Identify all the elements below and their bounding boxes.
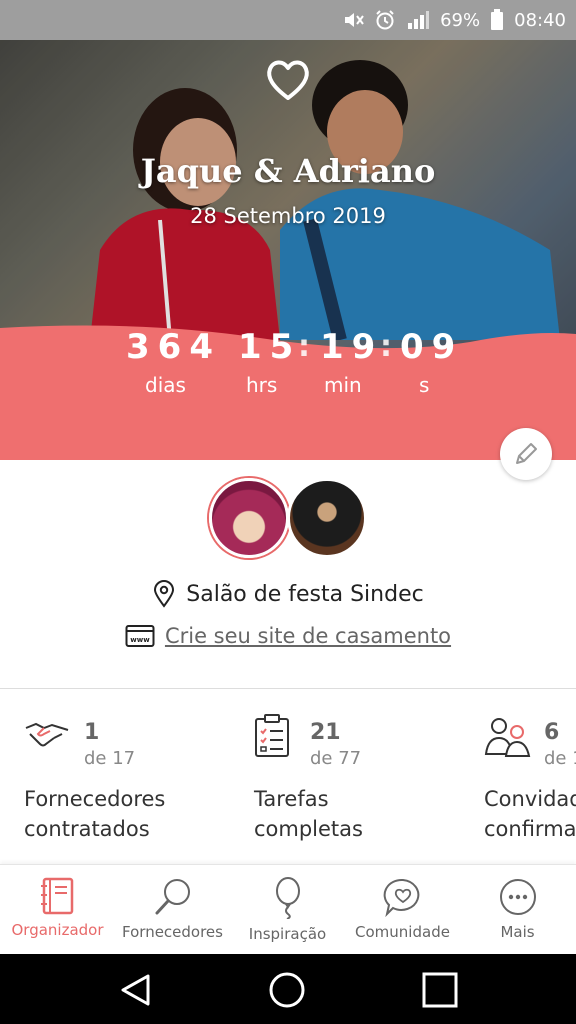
stat-total: de 17 bbox=[84, 748, 136, 769]
countdown-timer: 364 dias 15 hrs : 19 min : 09 s bbox=[0, 323, 576, 423]
website-icon: www bbox=[125, 625, 155, 647]
countdown-separator: : bbox=[380, 329, 392, 364]
back-icon[interactable] bbox=[118, 972, 154, 1008]
home-icon[interactable] bbox=[268, 971, 306, 1009]
tab-label: Inspiração bbox=[248, 925, 327, 943]
balloon-icon bbox=[275, 877, 300, 919]
tab-label: Organizador bbox=[11, 921, 104, 939]
stat-label: Fornecedores contratados bbox=[24, 787, 166, 841]
edit-button[interactable] bbox=[500, 428, 552, 480]
battery-percent: 69% bbox=[440, 9, 481, 31]
handshake-icon bbox=[25, 722, 69, 747]
battery-icon bbox=[490, 9, 504, 31]
countdown-days-label: dias bbox=[145, 373, 186, 397]
countdown-hours-label: hrs bbox=[246, 373, 278, 397]
stat-value: 6 bbox=[544, 720, 560, 745]
wedding-site-link[interactable]: www Crie seu site de casamento bbox=[0, 624, 576, 648]
stat-label: Convidad confirma bbox=[484, 787, 576, 841]
recents-icon[interactable] bbox=[422, 972, 458, 1008]
svg-text:www: www bbox=[130, 636, 150, 644]
countdown-hours: 15 bbox=[238, 327, 302, 367]
guests-icon bbox=[484, 718, 531, 757]
tab-comunidade[interactable]: Comunidade bbox=[345, 865, 460, 955]
couple-name: Jaque & Adriano bbox=[140, 152, 436, 190]
mute-icon bbox=[342, 10, 364, 30]
system-nav-bar bbox=[0, 954, 576, 1024]
status-bar: 69% 08:40 bbox=[0, 0, 576, 40]
countdown-separator: : bbox=[298, 329, 310, 364]
more-dots-icon bbox=[499, 879, 536, 915]
alarm-icon bbox=[374, 9, 396, 31]
site-link-text: Crie seu site de casamento bbox=[164, 624, 452, 648]
location-pin-icon bbox=[154, 580, 175, 608]
chat-heart-icon bbox=[383, 878, 419, 917]
divider bbox=[0, 688, 576, 689]
bottom-tab-bar: Organizador Fornecedores Inspiração Comu… bbox=[0, 864, 576, 955]
venue-row[interactable]: Salão de festa Sindec bbox=[0, 580, 576, 608]
countdown-minutes: 19 bbox=[320, 327, 384, 367]
clipboard-checklist-icon bbox=[255, 714, 289, 757]
countdown-days: 364 bbox=[126, 327, 221, 367]
countdown-seconds-label: s bbox=[419, 373, 430, 397]
tab-inspiracao[interactable]: Inspiração bbox=[230, 865, 345, 955]
venue-name: Salão de festa Sindec bbox=[186, 581, 424, 607]
stat-value: 21 bbox=[310, 720, 341, 745]
wedding-date: 28 Setembro 2019 bbox=[190, 204, 386, 228]
countdown-seconds: 09 bbox=[400, 327, 464, 367]
notebook-icon bbox=[40, 877, 73, 915]
countdown-minutes-label: min bbox=[324, 373, 362, 397]
stat-value: 1 bbox=[84, 720, 100, 745]
avatar-groom[interactable] bbox=[287, 478, 367, 558]
avatar-bride[interactable] bbox=[209, 478, 289, 558]
tab-mais[interactable]: Mais bbox=[460, 865, 575, 955]
clock-time: 08:40 bbox=[514, 9, 566, 31]
tab-fornecedores[interactable]: Fornecedores bbox=[115, 865, 230, 955]
magnifier-icon bbox=[155, 879, 190, 915]
stat-label: Tarefas completas bbox=[254, 787, 363, 841]
stat-total: de 1 bbox=[544, 748, 576, 769]
pencil-icon bbox=[516, 443, 537, 464]
signal-icon bbox=[406, 10, 430, 30]
tab-label: Comunidade bbox=[355, 923, 450, 941]
tab-organizador[interactable]: Organizador bbox=[0, 865, 115, 955]
tab-label: Fornecedores bbox=[122, 923, 223, 941]
heart-icon bbox=[267, 60, 309, 100]
stat-total: de 77 bbox=[310, 748, 362, 769]
tab-label: Mais bbox=[500, 923, 535, 941]
